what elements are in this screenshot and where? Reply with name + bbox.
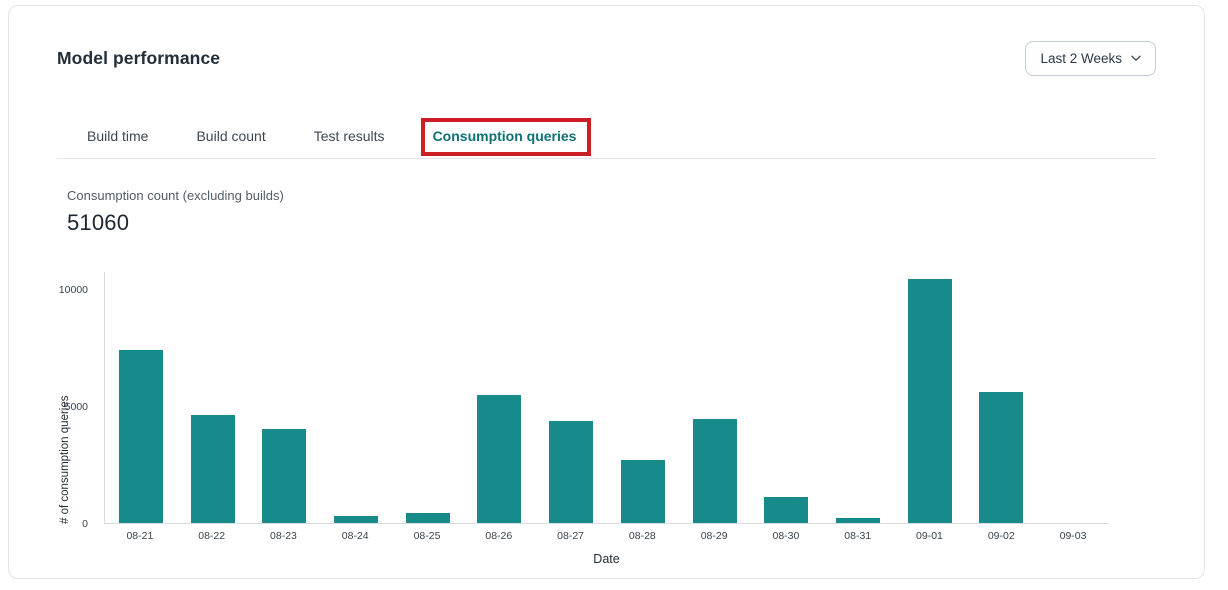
y-tick-column: 0500010000 bbox=[57, 272, 96, 524]
tab-build-count[interactable]: Build count bbox=[196, 128, 265, 158]
metric-block: Consumption count (excluding builds) 510… bbox=[57, 188, 1156, 236]
x-tick-label: 09-02 bbox=[965, 530, 1037, 542]
bar-column-08-21 bbox=[105, 272, 177, 523]
x-tick-label: 08-30 bbox=[750, 530, 822, 542]
tab-consumption-queries-label: Consumption queries bbox=[433, 128, 577, 144]
date-range-dropdown[interactable]: Last 2 Weeks bbox=[1025, 41, 1156, 76]
bar-column-09-02 bbox=[966, 272, 1038, 523]
bar-08-21[interactable] bbox=[119, 350, 163, 523]
bar-08-22[interactable] bbox=[191, 415, 235, 523]
bar-08-25[interactable] bbox=[406, 513, 450, 523]
bar-08-30[interactable] bbox=[764, 497, 808, 523]
bar-column-08-28 bbox=[607, 272, 679, 523]
bar-column-08-26 bbox=[464, 272, 536, 523]
x-tick-label: 08-31 bbox=[822, 530, 894, 542]
bar-column-09-03 bbox=[1037, 272, 1109, 523]
y-tick-label: 0 bbox=[82, 518, 96, 530]
date-range-value: Last 2 Weeks bbox=[1040, 51, 1122, 66]
bar-column-08-24 bbox=[320, 272, 392, 523]
bar-08-26[interactable] bbox=[477, 395, 521, 523]
x-tick-label: 08-25 bbox=[391, 530, 463, 542]
bar-09-01[interactable] bbox=[908, 279, 952, 523]
page-title: Model performance bbox=[57, 48, 220, 69]
bar-column-08-29 bbox=[679, 272, 751, 523]
bar-column-09-01 bbox=[894, 272, 966, 523]
bar-09-02[interactable] bbox=[979, 392, 1023, 523]
card-header: Model performance Last 2 Weeks bbox=[57, 38, 1156, 78]
x-tick-label: 08-28 bbox=[606, 530, 678, 542]
x-tick-label: 08-29 bbox=[678, 530, 750, 542]
bar-column-08-30 bbox=[750, 272, 822, 523]
x-tick-label: 08-23 bbox=[248, 530, 320, 542]
metric-label: Consumption count (excluding builds) bbox=[67, 188, 1156, 203]
consumption-bar-chart: # of consumption queries 0500010000 08-2… bbox=[57, 266, 1156, 576]
y-tick-label: 5000 bbox=[65, 401, 96, 413]
model-performance-card: Model performance Last 2 Weeks Build tim… bbox=[8, 5, 1205, 579]
metric-value: 51060 bbox=[67, 210, 1156, 236]
bar-column-08-22 bbox=[177, 272, 249, 523]
tab-build-time[interactable]: Build time bbox=[87, 128, 148, 158]
x-tick-label: 08-22 bbox=[176, 530, 248, 542]
bar-column-08-31 bbox=[822, 272, 894, 523]
x-tick-label: 09-01 bbox=[894, 530, 966, 542]
tab-test-results[interactable]: Test results bbox=[314, 128, 385, 158]
bar-column-08-23 bbox=[248, 272, 320, 523]
bar-column-08-27 bbox=[535, 272, 607, 523]
x-tick-label: 08-24 bbox=[319, 530, 391, 542]
bar-08-23[interactable] bbox=[262, 429, 306, 523]
tab-bar: Build time Build count Test results Cons… bbox=[57, 128, 1156, 159]
x-tick-label: 08-26 bbox=[463, 530, 535, 542]
x-axis-label: Date bbox=[104, 552, 1109, 566]
bar-08-28[interactable] bbox=[621, 460, 665, 523]
x-tick-label: 09-03 bbox=[1037, 530, 1109, 542]
tab-consumption-queries[interactable]: Consumption queries bbox=[433, 128, 577, 158]
x-tick-row: 08-2108-2208-2308-2408-2508-2608-2708-28… bbox=[104, 530, 1109, 542]
chevron-down-icon bbox=[1131, 55, 1141, 62]
x-tick-label: 08-27 bbox=[535, 530, 607, 542]
y-tick-label: 10000 bbox=[59, 284, 96, 296]
bar-08-24[interactable] bbox=[334, 516, 378, 523]
bar-08-29[interactable] bbox=[693, 419, 737, 523]
x-tick-label: 08-21 bbox=[104, 530, 176, 542]
bar-08-31[interactable] bbox=[836, 518, 880, 523]
plot-area bbox=[104, 272, 1109, 524]
bar-08-27[interactable] bbox=[549, 421, 593, 523]
bar-column-08-25 bbox=[392, 272, 464, 523]
